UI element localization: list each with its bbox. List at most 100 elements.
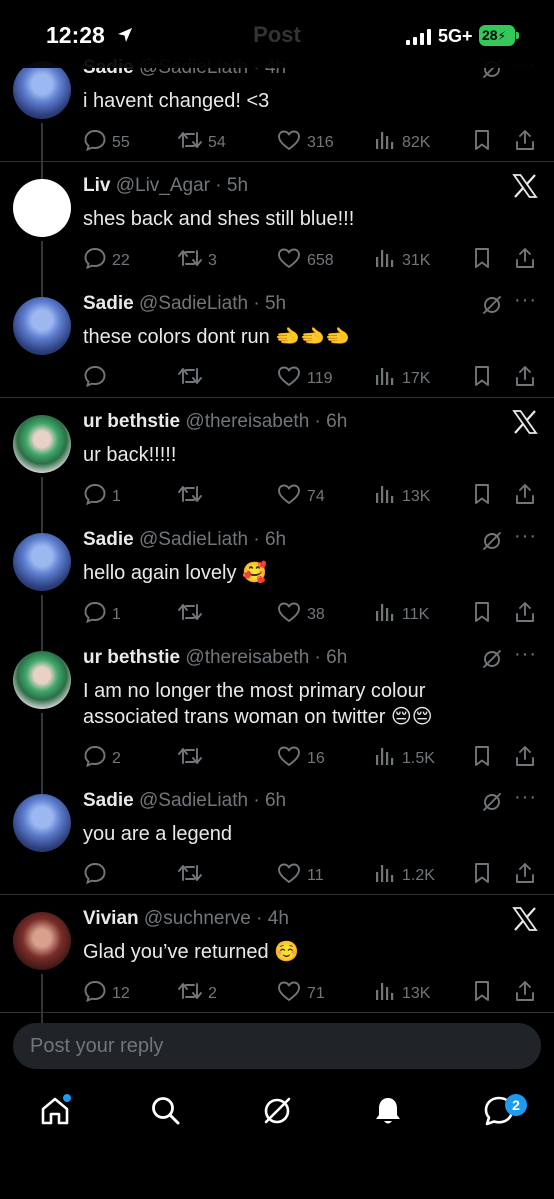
more-options-icon[interactable]: ···	[514, 786, 537, 809]
bookmark-button[interactable]	[470, 600, 494, 629]
grok-icon[interactable]	[481, 294, 503, 321]
display-name[interactable]: Vivian	[83, 908, 139, 929]
x-logo-icon[interactable]	[512, 173, 538, 204]
avatar[interactable]	[13, 651, 71, 709]
bookmark-button[interactable]	[470, 861, 494, 890]
reply-tweet[interactable]: Sadie @SadieLiath · 6h ··· hello again lo…	[0, 525, 554, 656]
share-button[interactable]	[513, 246, 537, 275]
views-button[interactable]: 82K	[373, 128, 430, 157]
reply-tweet[interactable]: ur bethstie @thereisabeth · 6h ··· I am n…	[0, 643, 554, 800]
reply-button[interactable]: 22	[83, 246, 130, 275]
avatar[interactable]	[13, 912, 71, 970]
grok-icon[interactable]	[481, 791, 503, 818]
views-button[interactable]: 1.2K	[373, 861, 435, 890]
notifications-icon[interactable]	[371, 1094, 405, 1128]
share-button[interactable]	[513, 861, 537, 890]
views-button[interactable]: 31K	[373, 246, 430, 275]
display-name[interactable]: ur bethstie	[83, 647, 180, 668]
repost-button[interactable]	[177, 600, 208, 629]
display-name[interactable]: Sadie	[83, 293, 134, 314]
tweet-time: 4h	[267, 908, 289, 929]
display-name[interactable]: Sadie	[83, 790, 134, 811]
grok-icon[interactable]	[481, 648, 503, 675]
bookmark-button[interactable]	[470, 744, 494, 773]
repost-button[interactable]	[177, 744, 208, 773]
views-icon	[373, 246, 397, 275]
repost-button[interactable]	[177, 861, 208, 890]
avatar[interactable]	[13, 179, 71, 237]
share-button[interactable]	[513, 128, 537, 157]
like-button[interactable]: 658	[276, 246, 334, 275]
display-name[interactable]: ur bethstie	[83, 411, 180, 432]
reply-tweet[interactable]: ur bethstie @thereisabeth · 6h ur back!!…	[0, 409, 554, 538]
bookmark-button[interactable]	[470, 482, 494, 511]
display-name[interactable]: Sadie	[83, 529, 134, 550]
like-button[interactable]: 71	[276, 979, 325, 1008]
like-button[interactable]: 119	[276, 364, 333, 393]
repost-button[interactable]	[177, 482, 208, 511]
reply-tweet[interactable]: Vivian @suchnerve · 4h Glad you’ve retur…	[0, 906, 554, 1035]
share-icon	[513, 861, 537, 890]
bookmark-button[interactable]	[470, 246, 494, 275]
like-button[interactable]: 316	[276, 128, 334, 157]
reply-button[interactable]	[83, 861, 112, 890]
grok-icon[interactable]	[260, 1094, 294, 1128]
reply-tweet[interactable]: Sadie @SadieLiath · 5h ··· these colors d…	[0, 289, 554, 404]
avatar[interactable]	[13, 415, 71, 473]
like-button[interactable]: 11	[276, 861, 324, 890]
views-button[interactable]: 13K	[373, 979, 430, 1008]
repost-button[interactable]: 3	[177, 246, 217, 275]
reply-button[interactable]: 1	[83, 482, 121, 511]
bookmark-icon	[470, 482, 494, 511]
user-handle[interactable]: @thereisabeth	[185, 647, 309, 668]
reply-button[interactable]: 1	[83, 600, 121, 629]
repost-button[interactable]	[177, 364, 208, 393]
views-button[interactable]: 11K	[373, 600, 429, 629]
bookmark-button[interactable]	[470, 364, 494, 393]
repost-button[interactable]: 54	[177, 128, 226, 157]
views-button[interactable]: 17K	[373, 364, 430, 393]
more-options-icon[interactable]: ···	[514, 289, 537, 312]
user-handle[interactable]: @SadieLiath	[139, 529, 248, 550]
share-button[interactable]	[513, 744, 537, 773]
x-logo-icon[interactable]	[512, 409, 538, 440]
x-logo-icon[interactable]	[512, 906, 538, 937]
grok-icon[interactable]	[481, 530, 503, 557]
more-options-icon[interactable]: ···	[514, 525, 537, 548]
reply-button[interactable]: 12	[83, 979, 130, 1008]
reply-button[interactable]	[83, 364, 112, 393]
share-button[interactable]	[513, 364, 537, 393]
user-handle[interactable]: @Liv_Agar	[116, 175, 210, 196]
repost-icon	[177, 128, 203, 157]
like-button[interactable]: 16	[276, 744, 325, 773]
reply-input[interactable]: Post your reply	[13, 1023, 541, 1069]
bookmark-button[interactable]	[470, 979, 494, 1008]
reply-tweet[interactable]: Sadie @SadieLiath · 6h ··· you are a lege…	[0, 786, 554, 901]
reply-button[interactable]: 2	[83, 744, 121, 773]
avatar[interactable]	[13, 533, 71, 591]
reply-button[interactable]: 55	[83, 128, 130, 157]
user-handle[interactable]: @SadieLiath	[139, 790, 248, 811]
avatar[interactable]	[13, 61, 71, 119]
repost-button[interactable]: 2	[177, 979, 217, 1008]
user-handle[interactable]: @suchnerve	[144, 908, 251, 929]
user-handle[interactable]: @SadieLiath	[139, 293, 248, 314]
reply-tweet[interactable]: Sadie @SadieLiath · 4h ···i havent chang…	[0, 53, 554, 184]
bookmark-button[interactable]	[470, 128, 494, 157]
user-handle[interactable]: @thereisabeth	[185, 411, 309, 432]
share-icon	[513, 482, 537, 511]
share-button[interactable]	[513, 979, 537, 1008]
share-button[interactable]	[513, 482, 537, 511]
share-button[interactable]	[513, 600, 537, 629]
like-button[interactable]: 74	[276, 482, 325, 511]
search-icon[interactable]	[149, 1094, 183, 1128]
display-name[interactable]: Liv	[83, 175, 110, 196]
bottom-nav	[0, 1082, 554, 1152]
like-button[interactable]: 38	[276, 600, 325, 629]
avatar[interactable]	[13, 297, 71, 355]
views-button[interactable]: 13K	[373, 482, 430, 511]
reply-tweet[interactable]: Liv @Liv_Agar · 5h shes back and shes st…	[0, 173, 554, 302]
avatar[interactable]	[13, 794, 71, 852]
views-button[interactable]: 1.5K	[373, 744, 435, 773]
more-options-icon[interactable]: ···	[514, 643, 537, 666]
